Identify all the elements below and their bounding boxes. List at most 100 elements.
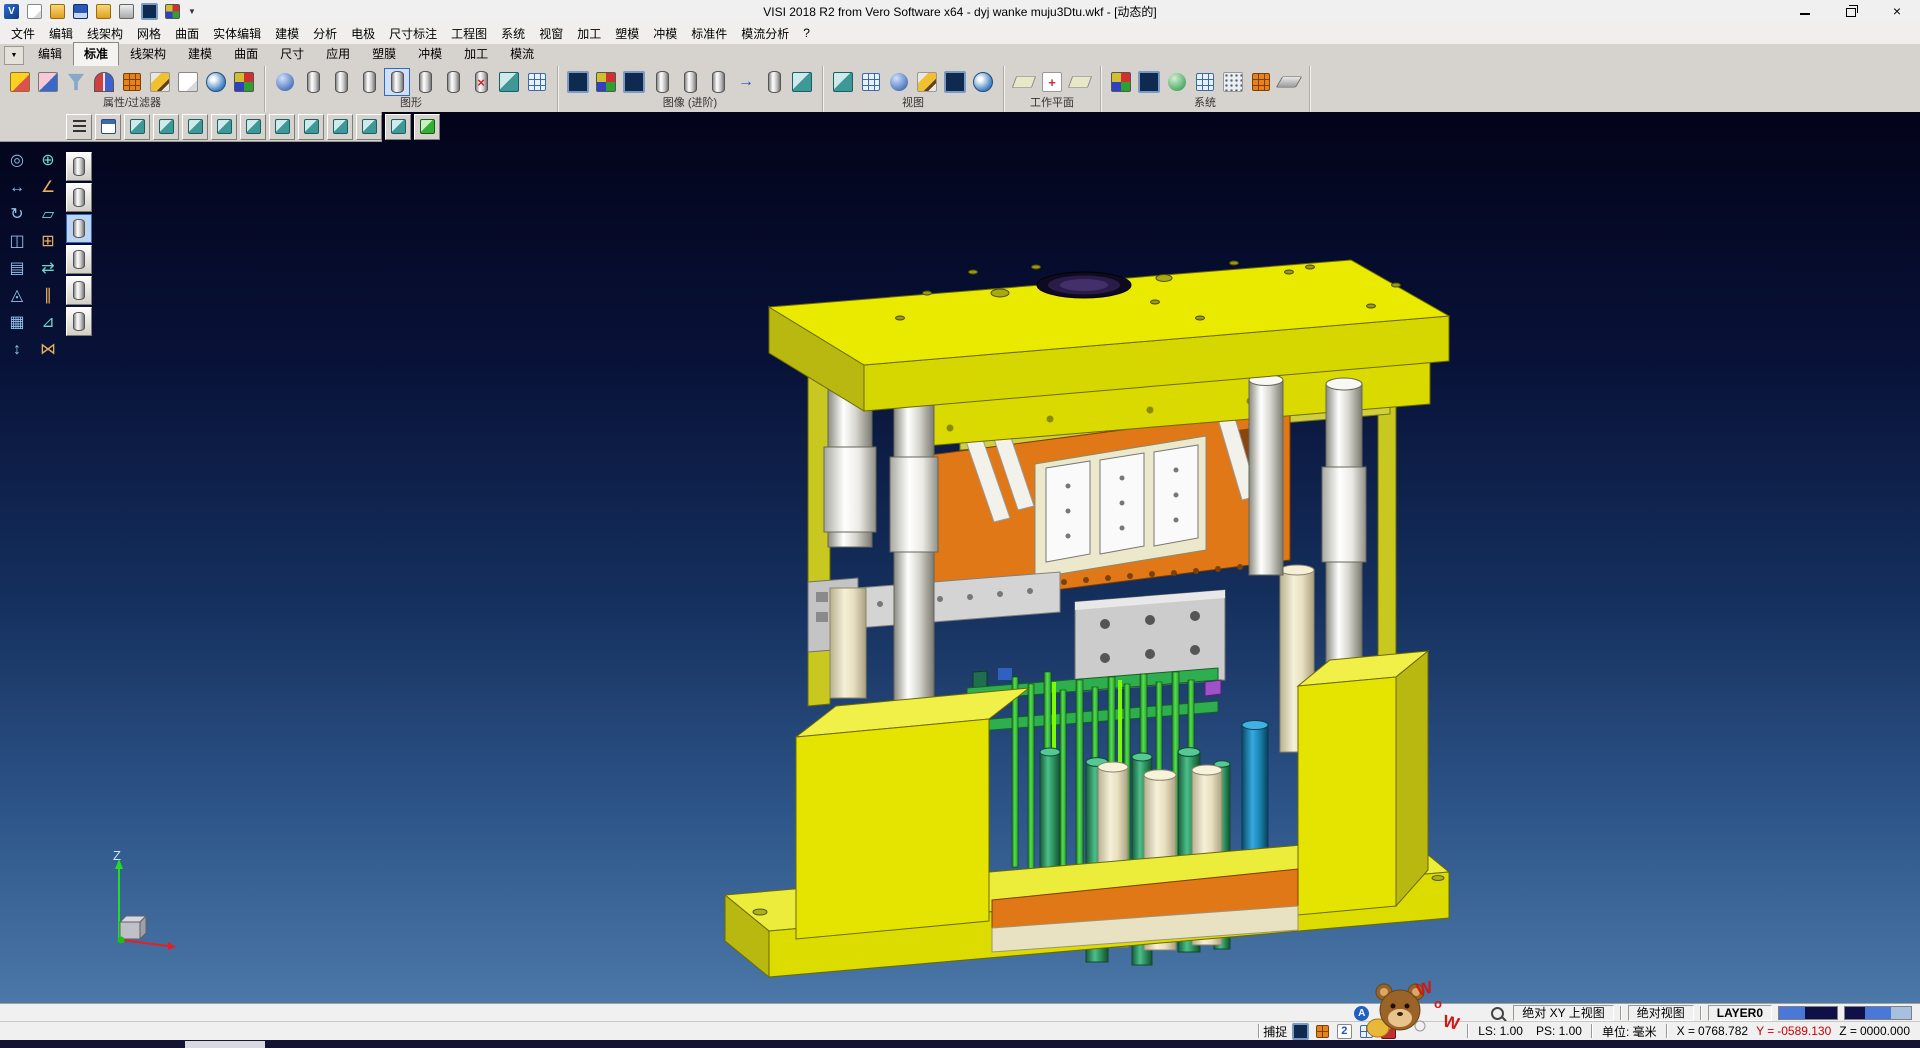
- 塑模[interactable]: 塑模: [608, 23, 646, 44]
- edit-attr-icon[interactable]: [147, 68, 173, 96]
- cylinder-hide-icon[interactable]: [356, 68, 382, 96]
- ?[interactable]: ?: [796, 24, 817, 42]
- target-icon[interactable]: [970, 68, 996, 96]
- snap-toggle-icon[interactable]: [1312, 1021, 1332, 1041]
- measure-icon[interactable]: ⊿: [37, 312, 59, 334]
- 网格[interactable]: 网格: [130, 23, 168, 44]
- open-recent-icon[interactable]: [93, 1, 113, 21]
- parallel-icon[interactable]: ∥: [37, 285, 59, 307]
- units-field[interactable]: 单位: 毫米: [1598, 1023, 1661, 1040]
- grid-icon[interactable]: ⊞: [37, 231, 59, 253]
- bottom-view-icon[interactable]: [298, 114, 324, 140]
- match-prop-icon[interactable]: [203, 68, 229, 96]
- layer-field[interactable]: LAYER0: [1708, 1005, 1772, 1021]
- cylinder-view-icon[interactable]: [300, 68, 326, 96]
- layer-grid-icon[interactable]: [119, 68, 145, 96]
- adv-cube-icon[interactable]: [789, 68, 815, 96]
- 尺寸标注[interactable]: 尺寸标注: [382, 23, 444, 44]
- pen-scale-field[interactable]: PS: 1.00: [1532, 1024, 1586, 1038]
- 分析[interactable]: 分析: [306, 23, 344, 44]
- filter-sketch-button[interactable]: [66, 307, 92, 336]
- smooth-cyl-icon[interactable]: [677, 68, 703, 96]
- zoom-window-icon[interactable]: [858, 68, 884, 96]
- dynamic-view-icon[interactable]: [886, 68, 912, 96]
- zoom-all-icon[interactable]: [830, 68, 856, 96]
- 冲模[interactable]: 冲模: [646, 23, 684, 44]
- 冲模[interactable]: 冲模: [407, 42, 453, 66]
- cylinder-wire-icon[interactable]: [412, 68, 438, 96]
- close-button[interactable]: ×: [1874, 0, 1920, 22]
- filter-point-button[interactable]: [66, 276, 92, 305]
- render-icon[interactable]: [565, 68, 591, 96]
- tab-dropdown-icon[interactable]: ▼: [4, 46, 24, 65]
- attributes-icon[interactable]: [7, 68, 33, 96]
- cylinder-edge-icon[interactable]: [328, 68, 354, 96]
- join-icon[interactable]: ⋈: [37, 339, 59, 361]
- 3d-viewport[interactable]: Z: [0, 112, 1920, 1004]
- slab-icon[interactable]: [1276, 68, 1302, 96]
- minimize-button[interactable]: [1782, 0, 1828, 22]
- 加工[interactable]: 加工: [453, 42, 499, 66]
- 塑膜[interactable]: 塑膜: [361, 42, 407, 66]
- settings-icon[interactable]: [162, 1, 182, 21]
- angle-icon[interactable]: ∠: [37, 177, 59, 199]
- filter-wire-button[interactable]: [66, 245, 92, 274]
- color-table-icon[interactable]: [1108, 68, 1134, 96]
- 标准件[interactable]: 标准件: [684, 23, 734, 44]
- camera-icon[interactable]: [942, 68, 968, 96]
- eraser-icon[interactable]: [35, 68, 61, 96]
- 实体编辑[interactable]: 实体编辑: [206, 23, 268, 44]
- dots-grid-icon[interactable]: [1220, 68, 1246, 96]
- view-mode-field[interactable]: 绝对 XY 上视图: [1513, 1005, 1613, 1021]
- globe-icon[interactable]: [1164, 68, 1190, 96]
- quality-cyl-icon[interactable]: [649, 68, 675, 96]
- right-view-icon[interactable]: [211, 114, 237, 140]
- 视窗[interactable]: 视窗: [532, 23, 570, 44]
- magnet-icon[interactable]: [91, 68, 117, 96]
- section-icon[interactable]: ◫: [6, 231, 28, 253]
- preview-icon[interactable]: [139, 1, 159, 21]
- iso-view-icon[interactable]: [124, 114, 150, 140]
- point-snap-icon[interactable]: ⊕: [37, 150, 59, 172]
- title-bar[interactable]: V ▼ VISI 2018 R2 from Vero Software x64 …: [0, 0, 1920, 23]
- monitor-icon[interactable]: [1136, 68, 1162, 96]
- quick-access-dropdown-icon[interactable]: ▼: [182, 7, 202, 16]
- single-window-icon[interactable]: [95, 114, 121, 140]
- 编辑[interactable]: 编辑: [27, 42, 73, 66]
- restore-button[interactable]: [1828, 0, 1874, 22]
- 建模[interactable]: 建模: [268, 23, 306, 44]
- 系统[interactable]: 系统: [494, 23, 532, 44]
- shadow-icon[interactable]: [621, 68, 647, 96]
- select-icon[interactable]: ◎: [6, 150, 28, 172]
- workplane-axis-icon[interactable]: +: [1039, 68, 1065, 96]
- layer-color-bar[interactable]: [1778, 1006, 1838, 1020]
- workplane-free-icon[interactable]: [1067, 68, 1093, 96]
- swap-icon[interactable]: ⇄: [37, 258, 59, 280]
- snap-label[interactable]: 捕捉: [1263, 1023, 1287, 1040]
- 模流分析[interactable]: 模流分析: [734, 23, 796, 44]
- save-file-icon[interactable]: [70, 1, 90, 21]
- front-view-icon[interactable]: [182, 114, 208, 140]
- rotate-icon[interactable]: ↻: [6, 204, 28, 226]
- redraw-icon[interactable]: [914, 68, 940, 96]
- print-icon[interactable]: [116, 1, 136, 21]
- palette-icon[interactable]: [231, 68, 257, 96]
- cylinder-ghost-icon[interactable]: [440, 68, 466, 96]
- 加工[interactable]: 加工: [570, 23, 608, 44]
- line-scale-field[interactable]: LS: 1.00: [1474, 1024, 1527, 1038]
- dimetric-view-icon[interactable]: [327, 114, 353, 140]
- top-view-icon[interactable]: [153, 114, 179, 140]
- filter-face-button[interactable]: [66, 183, 92, 212]
- 电极[interactable]: 电极: [344, 23, 382, 44]
- shaded-view-icon[interactable]: [414, 114, 440, 140]
- help-2-icon[interactable]: 2: [1334, 1021, 1354, 1041]
- 编辑[interactable]: 编辑: [42, 23, 80, 44]
- absolute-view-field[interactable]: 绝对视图: [1628, 1005, 1694, 1021]
- 工程图[interactable]: 工程图: [444, 23, 494, 44]
- pen-color-bar[interactable]: [1844, 1006, 1912, 1020]
- filter-body-button[interactable]: [66, 152, 92, 181]
- filter-edge-button[interactable]: [66, 214, 92, 243]
- trimetric-view-icon[interactable]: [356, 114, 382, 140]
- monitor-toggle-icon[interactable]: [1290, 1021, 1310, 1041]
- 线架构[interactable]: 线架构: [80, 23, 130, 44]
